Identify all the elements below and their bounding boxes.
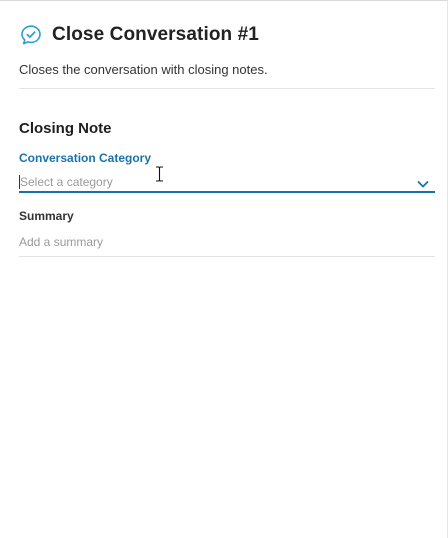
summary-label: Summary bbox=[19, 209, 74, 223]
text-cursor-icon bbox=[155, 166, 164, 182]
page-description: Closes the conversation with closing not… bbox=[19, 62, 268, 77]
header-divider bbox=[19, 88, 435, 89]
chat-check-icon bbox=[19, 23, 43, 47]
panel-header: Close Conversation #1 bbox=[19, 22, 259, 48]
top-border bbox=[0, 0, 448, 1]
conversation-category-select[interactable]: Select a category bbox=[19, 171, 435, 193]
summary-placeholder: Add a summary bbox=[19, 235, 104, 249]
conversation-category-label: Conversation Category bbox=[19, 151, 152, 165]
section-title-closing-note: Closing Note bbox=[19, 120, 112, 137]
page-title: Close Conversation #1 bbox=[52, 24, 259, 45]
category-placeholder: Select a category bbox=[20, 175, 113, 189]
summary-input[interactable]: Add a summary bbox=[19, 231, 435, 257]
chevron-down-icon[interactable] bbox=[417, 176, 429, 188]
